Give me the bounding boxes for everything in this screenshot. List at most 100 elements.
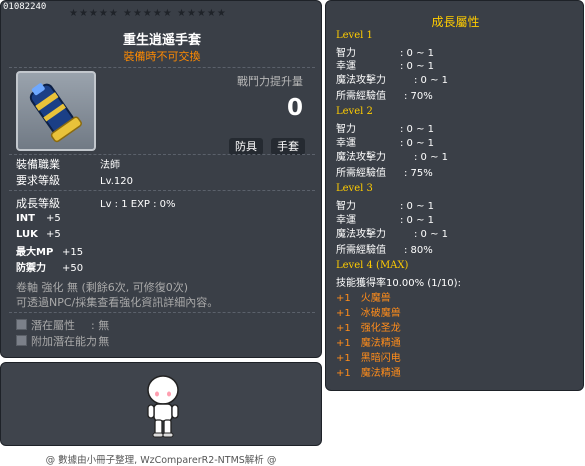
power-increase-label: 戰鬥力提升量	[237, 75, 303, 88]
growth-level-header: Level 3	[336, 183, 373, 194]
job-label: 裝備職業	[16, 158, 60, 171]
stat-name: 防禦力	[16, 263, 46, 274]
growth-line-value: : 0 ~ 1	[414, 152, 449, 163]
stat-value: +5	[46, 229, 61, 240]
req-level-value: Lv.120	[100, 176, 133, 187]
stat-row: INT +5	[16, 211, 61, 224]
growth-line: 智力: 0 ~ 1	[336, 197, 434, 212]
growth-line-value: : 70%	[404, 91, 433, 102]
item-id: 01082240	[3, 2, 47, 12]
stat-row: LUK +5	[16, 227, 61, 240]
type-tag: 手套	[271, 138, 305, 155]
item-icon-frame	[16, 71, 96, 151]
stat-name: INT	[16, 213, 35, 224]
skill-bonus-name: 强化圣龙	[360, 323, 401, 334]
stat-value: +50	[62, 263, 84, 274]
growth-level-label: 成長等級	[16, 197, 60, 210]
growth-line: 魔法攻擊力 : 0 ~ 1	[336, 148, 448, 163]
growth-line-key: 所需經驗值	[336, 245, 386, 256]
skill-bonus-amount: +1	[336, 323, 351, 334]
skill-bonus-name: 火魔兽	[360, 293, 391, 304]
growth-level-header: Level 4 (MAX)	[336, 260, 409, 271]
growth-line-key: 智力	[336, 201, 356, 212]
job-row: 裝備職業 法師	[16, 156, 120, 172]
growth-line-key: 幸運	[336, 61, 356, 72]
job-value: 法師	[100, 160, 120, 171]
potential-value: : 無	[91, 319, 110, 332]
stat-row: 防禦力 +50	[16, 259, 83, 274]
character-avatar-icon	[147, 375, 179, 438]
skill-bonus-row: +1 黑暗闪电	[336, 349, 401, 364]
character-preview-panel	[0, 362, 322, 446]
item-name: 重生逍遥手套	[122, 33, 201, 48]
star-force-stars: ★★★★★ ★★★★★ ★★★★★	[69, 8, 227, 19]
growth-line: 智力: 0 ~ 1	[336, 120, 434, 135]
skill-bonus-row: +1 魔法精通	[336, 334, 401, 349]
divider	[9, 67, 315, 68]
growth-line: 幸運: 0 ~ 1	[336, 57, 434, 72]
bonus-potential-label: 附加潛在能力	[31, 335, 97, 348]
req-level-label: 要求等級	[16, 174, 60, 187]
growth-line-value: : 75%	[404, 168, 433, 179]
potential-box-icon	[16, 319, 27, 330]
stat-name: 最大MP	[16, 247, 54, 258]
skill-bonus-amount: +1	[336, 293, 351, 304]
growth-line: 所需經驗值 : 75%	[336, 164, 433, 179]
skill-bonus-name: 冰破魔兽	[360, 308, 401, 319]
divider	[9, 154, 315, 155]
growth-level-value: Lv : 1 EXP : 0%	[100, 199, 176, 210]
divider	[9, 190, 315, 191]
skill-bonus-row: +1 冰破魔兽	[336, 304, 401, 319]
potential-row: 潛在屬性 : 無	[16, 317, 109, 333]
bonus-potential-row: 附加潛在能力: 無	[16, 333, 109, 349]
skill-bonus-row: +1 强化圣龙	[336, 319, 401, 334]
growth-line: 魔法攻擊力 : 0 ~ 1	[336, 225, 448, 240]
skill-bonus-row: +1 火魔兽	[336, 289, 391, 304]
skill-bonus-name: 魔法精通	[360, 338, 401, 349]
stat-value: +5	[46, 213, 61, 224]
skill-bonus-name: 魔法精通	[360, 368, 401, 379]
category-tag: 防具	[229, 138, 263, 155]
growth-line: 幸運: 0 ~ 1	[336, 211, 434, 226]
growth-line-key: 所需經驗值	[336, 168, 386, 179]
growth-level-row: 成長等級 Lv : 1 EXP : 0%	[16, 195, 176, 211]
growth-level-header: Level 2	[336, 106, 373, 117]
growth-line-key: 智力	[336, 124, 356, 135]
growth-line-key: 魔法攻擊力	[336, 75, 386, 86]
upgrade-info: 卷軸 強化 無 (剩餘6次, 可修復0次)	[16, 281, 189, 294]
growth-line: 所需經驗值 : 80%	[336, 241, 433, 256]
skill-bonus-amount: +1	[336, 338, 351, 349]
skill-bonus-amount: +1	[336, 368, 351, 379]
growth-line: 所需經驗值 : 70%	[336, 87, 433, 102]
growth-level-header: Level 1	[336, 30, 373, 41]
growth-line-value: : 80%	[404, 245, 433, 256]
power-increase-value: 0	[287, 95, 304, 121]
growth-line-key: 魔法攻擊力	[336, 229, 386, 240]
divider	[9, 312, 315, 313]
growth-line: 幸運: 0 ~ 1	[336, 134, 434, 149]
potential-label: 潛在屬性	[31, 319, 75, 332]
growth-line-key: 所需經驗值	[336, 91, 386, 102]
bonus-potential-value: : 無	[91, 335, 110, 348]
trade-restriction-note: 裝備時不可交換	[123, 50, 201, 63]
stat-row: 最大MP +15	[16, 243, 83, 258]
growth-panel-title: 成長屬性	[431, 15, 480, 29]
skill-bonus-amount: +1	[336, 308, 351, 319]
req-level-row: 要求等級 Lv.120	[16, 172, 133, 188]
skill-bonus-amount: +1	[336, 353, 351, 364]
footer-credit: @ 數據由小冊子整理, WzComparerR2-NTMS解析 @	[45, 455, 277, 466]
growth-line-value: : 0 ~ 1	[414, 75, 449, 86]
skill-rate-line: 技能獲得率10.00% (1/10):	[336, 278, 461, 289]
stat-value: +15	[62, 247, 84, 258]
skill-bonus-name: 黑暗闪电	[360, 353, 401, 364]
growth-attributes-panel: 成長屬性 Level 1 智力: 0 ~ 1 幸運: 0 ~ 1 魔法攻擊力: …	[325, 0, 584, 391]
growth-line: 魔法攻擊力 : 0 ~ 1	[336, 71, 448, 86]
skill-bonus-row: +1 魔法精通	[336, 364, 401, 379]
glove-icon	[29, 83, 82, 143]
growth-line-key: 幸運	[336, 215, 356, 226]
item-tooltip-panel: 01082240 ★★★★★ ★★★★★ ★★★★★ 重生逍遥手套 裝備時不可交…	[0, 0, 322, 358]
enhancement-info: 可透過NPC/採集查看強化資訊詳細內容。	[16, 296, 219, 309]
growth-line-value: : 0 ~ 1	[414, 229, 449, 240]
growth-line-key: 幸運	[336, 138, 356, 149]
growth-line-key: 魔法攻擊力	[336, 152, 386, 163]
